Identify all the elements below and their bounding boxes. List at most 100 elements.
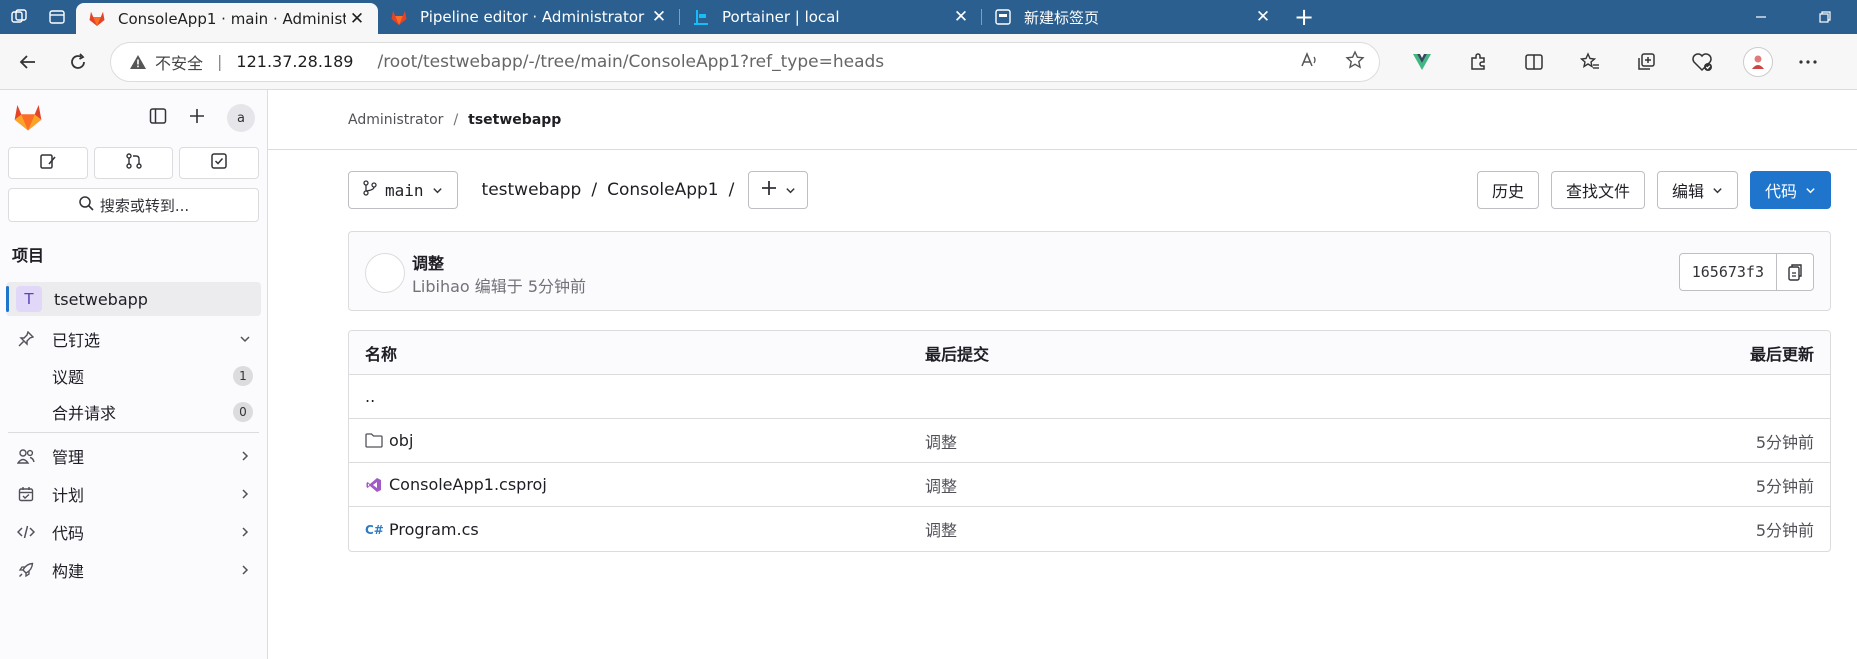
- sidebar-item-manage[interactable]: 管理: [0, 437, 267, 475]
- folder-icon: [365, 433, 383, 448]
- favorites-list-icon[interactable]: [1562, 51, 1618, 72]
- close-icon[interactable]: ✕: [346, 9, 368, 29]
- browser-tab-consoleapp[interactable]: ConsoleApp1 · main · Administrat ✕: [76, 3, 378, 34]
- project-avatar: T: [16, 286, 42, 312]
- table-row[interactable]: C# Program.cs 调整 5分钟前: [349, 507, 1830, 551]
- code-label: 代码: [1764, 182, 1797, 201]
- close-icon[interactable]: ✕: [648, 7, 670, 27]
- history-button[interactable]: 历史: [1476, 171, 1539, 209]
- code-dropdown-button[interactable]: 代码: [1749, 171, 1831, 209]
- minimize-icon[interactable]: [1729, 0, 1793, 34]
- browser-tab-pipeline[interactable]: Pipeline editor · Administrator / ts ✕: [378, 0, 680, 34]
- vue-devtools-icon[interactable]: [1394, 53, 1450, 71]
- sidebar-item-plan[interactable]: 计划: [0, 475, 267, 513]
- url-field[interactable]: 不安全 | 121.37.28.189 /root/testwebapp/-/t…: [110, 41, 1380, 82]
- collections-icon[interactable]: [1618, 52, 1674, 72]
- split-screen-icon[interactable]: [1506, 52, 1562, 72]
- file-last-commit[interactable]: 调整: [925, 473, 1614, 497]
- performance-heart-icon[interactable]: [1674, 52, 1730, 72]
- repository-toolbar: main testwebapp / ConsoleApp1 / 历史 查找文件 …: [348, 171, 1831, 209]
- edit-dropdown-button[interactable]: 编辑: [1656, 171, 1738, 209]
- find-file-button[interactable]: 查找文件: [1550, 171, 1645, 209]
- refresh-button[interactable]: [56, 42, 100, 82]
- new-tab-button[interactable]: +: [1284, 0, 1324, 34]
- search-icon: [78, 195, 94, 215]
- file-name-link[interactable]: obj: [389, 431, 413, 450]
- count-badge: 0: [233, 402, 253, 422]
- copy-icon[interactable]: [1777, 254, 1813, 290]
- file-name-link[interactable]: Program.cs: [389, 520, 479, 539]
- chevron-right-icon: [239, 523, 251, 542]
- pin-icon: [16, 331, 36, 347]
- breadcrumb-parent[interactable]: Administrator: [348, 112, 443, 128]
- path-segment-folder[interactable]: ConsoleApp1: [607, 180, 719, 200]
- table-row[interactable]: ConsoleApp1.csproj 调整 5分钟前: [349, 463, 1830, 507]
- favorite-star-icon[interactable]: [1345, 49, 1365, 74]
- tab-title: Portainer | local: [722, 8, 840, 26]
- more-options-icon[interactable]: [1786, 42, 1830, 82]
- table-row-parent-dir[interactable]: ..: [349, 375, 1830, 419]
- parent-dir-link[interactable]: ..: [365, 387, 925, 406]
- column-header-name: 名称: [365, 344, 398, 364]
- tab-title: Pipeline editor · Administrator / ts: [420, 8, 648, 26]
- search-button[interactable]: 搜索或转到...: [8, 188, 259, 222]
- sidebar-item-issues[interactable]: 议题 1: [0, 358, 267, 394]
- gitlab-logo-icon[interactable]: [12, 102, 44, 134]
- file-last-commit[interactable]: 调整: [925, 517, 1614, 541]
- restore-icon[interactable]: [1793, 0, 1857, 34]
- profile-avatar[interactable]: [1743, 46, 1773, 77]
- extensions-puzzle-icon[interactable]: [1450, 52, 1506, 72]
- close-icon[interactable]: ✕: [1252, 7, 1274, 27]
- add-to-tree-button[interactable]: [748, 171, 809, 209]
- file-last-commit[interactable]: 调整: [925, 429, 1614, 453]
- todo-check-icon: [210, 152, 228, 174]
- browser-tab-portainer[interactable]: Portainer | local ✕: [680, 0, 982, 34]
- sidebar-section-heading: 项目: [12, 246, 45, 265]
- toggle-sidebar-icon[interactable]: [149, 107, 167, 129]
- table-row[interactable]: obj 调整 5分钟前: [349, 419, 1830, 463]
- sidebar-item-code[interactable]: 代码: [0, 513, 267, 551]
- close-icon[interactable]: ✕: [950, 7, 972, 27]
- commit-message[interactable]: 调整: [412, 250, 444, 274]
- warning-icon[interactable]: [129, 54, 147, 70]
- read-aloud-icon[interactable]: [1299, 50, 1319, 74]
- file-name-link[interactable]: ConsoleApp1.csproj: [389, 475, 547, 494]
- sidebar-item-label: 合并请求: [52, 404, 117, 423]
- chevron-down-icon: [239, 330, 251, 349]
- window-controls: [1729, 0, 1857, 34]
- breadcrumb-current[interactable]: tsetwebapp: [468, 112, 561, 128]
- branch-selector[interactable]: main: [348, 171, 458, 209]
- workspaces-icon[interactable]: [0, 0, 38, 34]
- chevron-right-icon: [239, 485, 251, 504]
- column-header-last-commit: 最后提交: [925, 344, 990, 364]
- rocket-icon: [16, 562, 36, 578]
- branch-name: main: [385, 180, 424, 200]
- gitlab-sidebar: a 搜索或转到... 项目 T tsetwebapp 已钉选 议题 1 合并请求…: [0, 90, 268, 659]
- sidebar-item-build[interactable]: 构建: [0, 551, 267, 589]
- sidebar-item-label: 代码: [52, 524, 85, 543]
- issues-shortcut-button[interactable]: [8, 147, 88, 179]
- create-new-icon[interactable]: [189, 108, 205, 128]
- user-avatar[interactable]: a: [227, 104, 255, 132]
- sidebar-project-item[interactable]: T tsetwebapp: [6, 282, 261, 316]
- back-button[interactable]: [6, 42, 50, 82]
- sidebar-item-pinned[interactable]: 已钉选: [0, 320, 267, 358]
- browser-tab-newtab[interactable]: 新建标签页 ✕: [982, 0, 1284, 34]
- commit-meta: Libihao 编辑于 5分钟前: [412, 277, 587, 296]
- merge-requests-shortcut-button[interactable]: [93, 147, 174, 179]
- file-last-update: 5分钟前: [1755, 476, 1814, 496]
- commit-author-avatar[interactable]: [365, 253, 405, 293]
- commit-sha[interactable]: 165673f3: [1680, 254, 1777, 290]
- todo-shortcut-button[interactable]: [179, 147, 260, 179]
- tab-actions-icon[interactable]: [38, 0, 76, 34]
- url-path: /root/testwebapp/-/tree/main/ConsoleApp1…: [377, 51, 885, 72]
- sidebar-item-label: 管理: [52, 448, 85, 467]
- table-header-row: 名称 最后提交 最后更新: [349, 331, 1830, 375]
- chevron-right-icon: [239, 561, 251, 580]
- main-content: Administrator / tsetwebapp main testweba…: [268, 90, 1857, 659]
- path-segment-repo[interactable]: testwebapp: [482, 180, 582, 200]
- calendar-icon: [16, 486, 36, 502]
- file-last-update: 5分钟前: [1755, 432, 1814, 452]
- visualstudio-icon: [365, 477, 383, 493]
- sidebar-item-merge-requests[interactable]: 合并请求 0: [0, 394, 267, 430]
